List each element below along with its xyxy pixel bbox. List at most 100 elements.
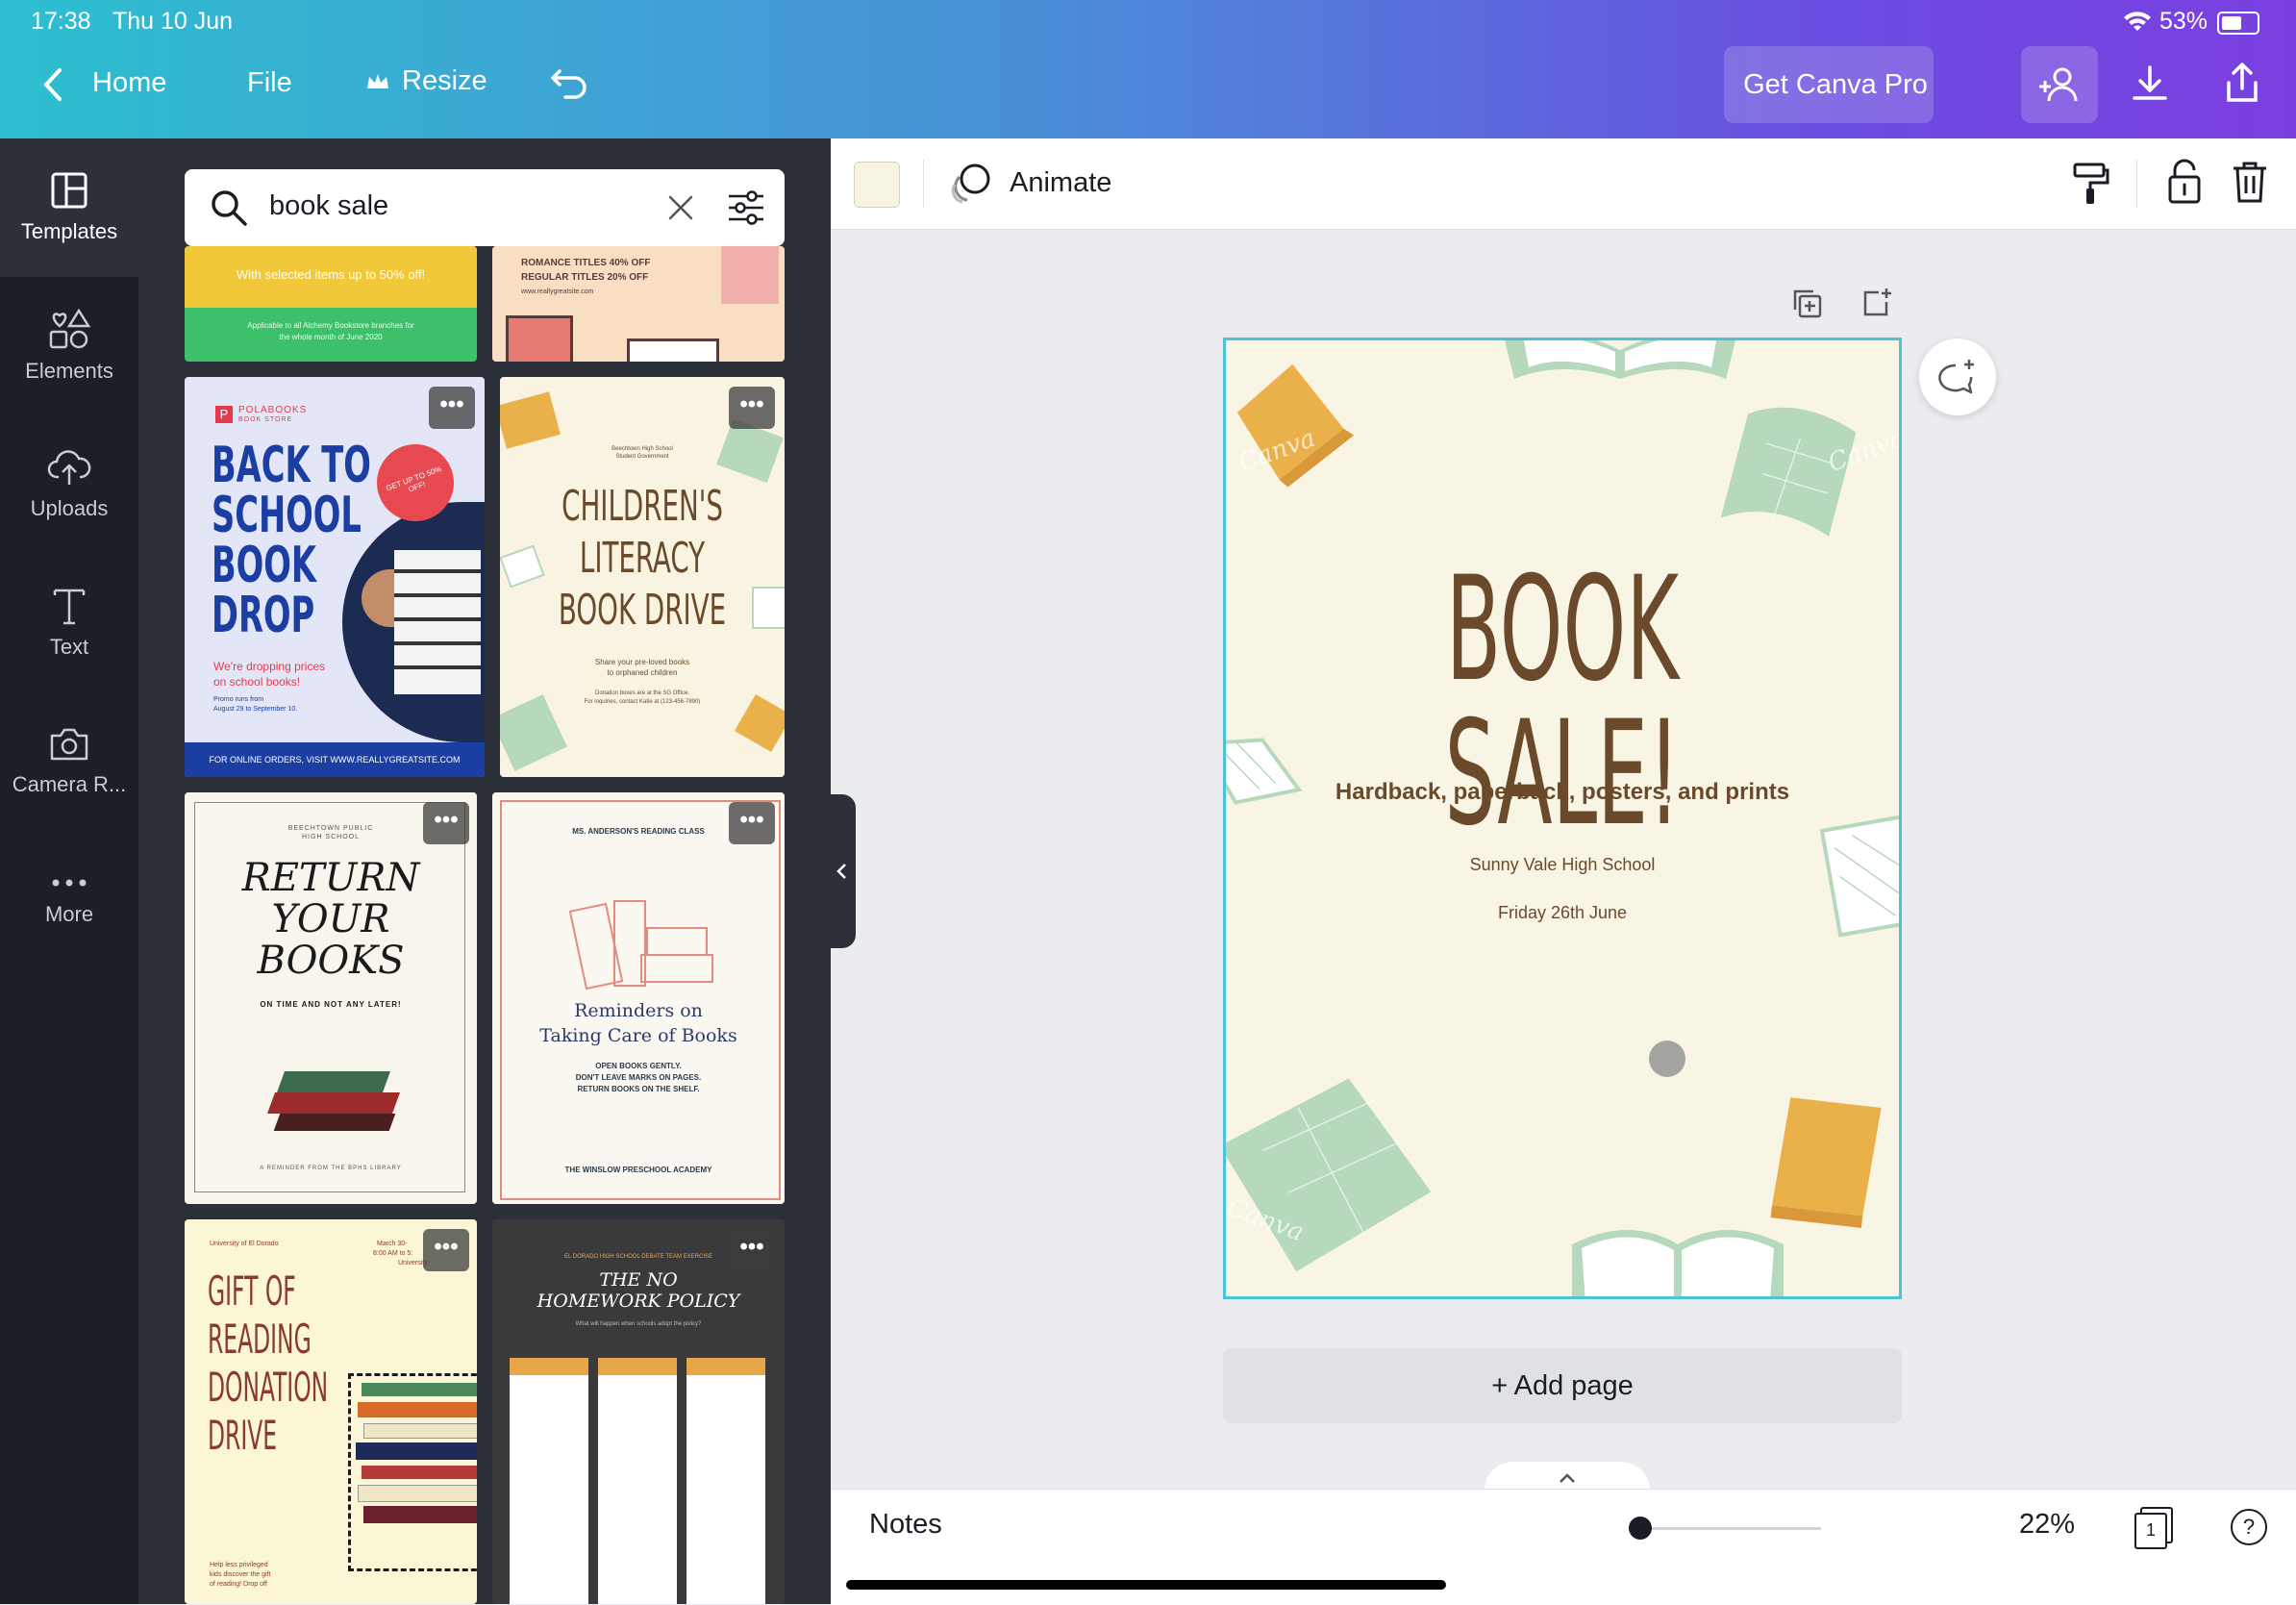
add-page-icon[interactable] [1861,287,1892,317]
poster-school[interactable]: Sunny Vale High School [1226,855,1899,875]
comment-plus-icon [1938,360,1974,394]
templates-icon [51,172,87,209]
add-page-button[interactable]: + Add page [1223,1348,1902,1423]
clear-search-icon[interactable] [667,194,694,221]
resize-button[interactable]: Resize [365,65,487,97]
page-count: 1 [2134,1513,2167,1549]
page-count-button[interactable]: 1 [2134,1507,2173,1549]
help-button[interactable]: ? [2231,1509,2267,1545]
sidebar-item-more[interactable]: More [0,831,138,969]
template-thumbnail[interactable]: ROMANCE TITLES 40% OFF REGULAR TITLES 20… [492,246,785,362]
template-text: RETURN BOOKS ON THE SHELF. [577,1085,700,1093]
polabooks-logo: P [215,406,233,423]
search-icon [212,190,247,226]
duplicate-page-icon[interactable] [1792,288,1823,319]
template-thumbnail[interactable]: With selected items up to 50% off! Appli… [185,246,477,362]
status-date: Thu 10 Jun [112,8,234,35]
status-time: 17:38 [31,8,91,35]
template-text: BOOK STORE [238,416,293,423]
template-text: We're dropping prices [213,660,326,673]
template-text: of reading! Drop off [210,1581,267,1588]
resize-label: Resize [402,65,487,96]
template-options-button[interactable]: ••• [423,1229,469,1271]
template-options-button[interactable]: ••• [729,802,775,844]
template-text: What will happen when schools adopt the … [575,1321,702,1327]
trash-icon[interactable] [2231,160,2269,204]
template-options-button[interactable]: ••• [729,1229,775,1271]
sidebar-item-elements[interactable]: Elements [0,277,138,415]
zoom-slider-track[interactable] [1638,1527,1821,1530]
share-people-button[interactable] [2021,46,2098,123]
copy-style-paint-roller-icon[interactable] [2071,162,2109,206]
template-text: Student Government [615,454,669,460]
design-page[interactable]: Canva Canva Canva BOOK SALE! Hardback, p… [1223,338,1902,1299]
elements-icon [49,309,90,349]
search-input[interactable]: book sale [269,190,388,222]
template-thumbnail[interactable]: MS. ANDERSON'S READING CLASS Reminders o… [492,792,785,1204]
wifi-icon [2124,12,2151,31]
chevron-up-icon [1560,1473,1575,1483]
home-button[interactable]: Home [92,67,166,99]
template-search-bar[interactable]: book sale [185,169,785,246]
template-text: OPEN BOOKS GENTLY. [595,1062,682,1070]
back-chevron-icon[interactable] [42,67,63,102]
template-options-button[interactable]: ••• [429,387,475,429]
template-text: the whole month of June 2020 [279,333,383,341]
chevron-left-icon [836,864,846,879]
template-thumbnail[interactable]: BEECHTOWN PUBLIC HIGH SCHOOL RETURN YOUR B… [185,792,477,1204]
template-title: Reminders on [574,1000,703,1021]
template-text: For inquiries, contact Katie at (123-456… [584,699,701,705]
undo-icon[interactable] [550,65,590,100]
template-text: www.reallygreatsite.com [521,288,594,295]
template-text: With selected items up to 50% off! [236,267,426,282]
template-text: A REMINDER FROM THE BPHS LIBRARY [260,1166,402,1171]
sidebar-item-label: Camera R... [12,772,127,796]
download-icon[interactable] [2131,63,2169,104]
expand-pages-handle[interactable] [1485,1462,1650,1491]
background-color-swatch[interactable] [854,162,900,208]
template-thumbnail[interactable]: EL DORADO HIGH SCHOOL DEBATE TEAM EXERCI… [492,1219,785,1604]
filter-icon[interactable] [727,188,765,227]
add-comment-button[interactable] [1919,339,1996,415]
template-text: ON TIME AND NOT ANY LATER! [260,1000,402,1009]
template-title: CHILDREN'S LITERACY BOOK DRIVE [558,482,727,635]
template-title: GIFT OF READING DONATION DRIVE [208,1267,329,1459]
editor-toolbar: Animate [831,138,2296,230]
battery-icon [2217,12,2259,35]
sidebar-item-text[interactable]: Text [0,554,138,692]
poster-date[interactable]: Friday 26th June [1226,903,1899,923]
template-text: Donation boxes are at the SG Office. [595,690,689,696]
template-text: Applicable to all Alchemy Bookstore bran… [247,321,414,330]
zoom-slider-handle[interactable] [1629,1517,1652,1540]
animate-button[interactable]: Animate [1010,167,1111,199]
template-title: Taking Care of Books [539,1025,737,1046]
template-text: kids discover the gift [210,1571,271,1578]
file-menu-button[interactable]: File [247,67,292,99]
get-canva-pro-button[interactable]: Get Canva Pro [1724,46,1934,123]
sidebar-item-label: Text [49,635,89,659]
template-text: REGULAR TITLES 20% OFF [521,272,649,283]
sidebar-item-label: Uploads [30,496,109,520]
template-thumbnail[interactable]: P POLABOOKS BOOK STORE BACK TO SCHOOL BOOK… [185,377,485,777]
template-options-button[interactable]: ••• [729,387,775,429]
sidebar-item-camera-roll[interactable]: Camera R... [0,692,138,831]
upload-share-icon[interactable] [2223,62,2261,104]
poster-subtitle[interactable]: Hardback, paperback, posters, and prints [1226,779,1899,806]
notes-button[interactable]: Notes [869,1509,942,1541]
sidebar-item-label: Elements [25,359,113,383]
template-text: March 30- [377,1241,408,1247]
collapse-panel-button[interactable] [829,794,856,948]
sidebar-item-label: More [44,902,94,926]
zoom-level[interactable]: 22% [2019,1509,2075,1541]
template-options-button[interactable]: ••• [423,802,469,844]
template-text: University of El Dorado [210,1241,279,1247]
get-canva-pro-label: Get Canva Pro [1743,68,1928,100]
sidebar-item-templates[interactable]: Templates [0,138,138,277]
sidebar-item-uploads[interactable]: Uploads [0,415,138,554]
lock-icon[interactable] [2165,158,2204,206]
camera-icon [50,728,88,761]
touch-indicator [1649,1041,1685,1077]
template-thumbnail[interactable]: University of El Dorado March 30- 8:00 A… [185,1219,477,1604]
template-text: Beechtown High School [611,446,673,452]
template-thumbnail[interactable]: Beechtown High School Student Government… [500,377,785,777]
